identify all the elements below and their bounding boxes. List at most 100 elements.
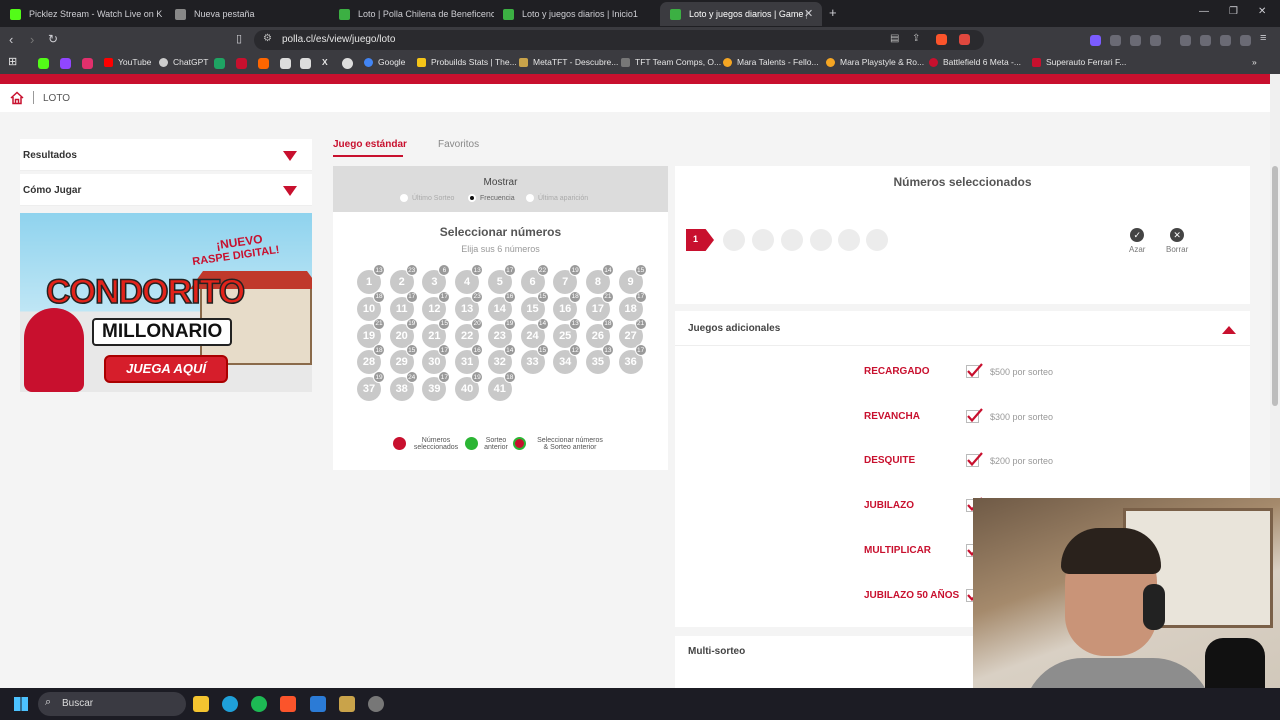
bookmark-tft-comps[interactable]: TFT Team Comps, O... (621, 57, 721, 67)
radio-ultima-aparicion[interactable]: Última aparición (526, 194, 588, 202)
random-button[interactable]: ✓ Azar (1129, 228, 1145, 254)
polla-icon (339, 8, 350, 20)
bookmark-favicon[interactable] (300, 58, 311, 69)
minimize-icon[interactable]: — (1199, 6, 1209, 17)
bookmark-battlefield[interactable]: Battlefield 6 Meta -... (929, 57, 1021, 67)
home-icon[interactable] (10, 91, 24, 105)
caret-up-icon[interactable] (1222, 326, 1236, 334)
clear-button[interactable]: ✕ Borrar (1166, 228, 1188, 254)
site-info-icon[interactable]: ⚙ (263, 33, 272, 44)
condorito-character (24, 308, 84, 392)
bookmark-favicon[interactable] (82, 58, 93, 69)
accordion-como-jugar[interactable]: Cómo Jugar (20, 174, 312, 206)
browser-tab-active[interactable]: Loto y juegos diarios | Game | LO (660, 2, 822, 26)
checkbox-checked-icon[interactable] (966, 363, 984, 379)
tab-juego-estandar[interactable]: Juego estándar (333, 139, 407, 150)
bookmark-chatgpt[interactable]: ChatGPT (159, 57, 208, 67)
taskbar-search[interactable]: ⌕ Buscar (38, 692, 186, 716)
bookmark-probuilds[interactable]: Probuilds Stats | The... (417, 57, 517, 67)
banner-title-2: MILLONARIO (92, 318, 233, 346)
browser-tab[interactable]: Picklez Stream - Watch Live on K (0, 2, 165, 26)
bookmark-favicon[interactable] (258, 58, 269, 69)
sidebar-icon[interactable] (1180, 35, 1191, 46)
vscode-icon[interactable] (310, 696, 326, 712)
new-tab-button[interactable]: + (829, 5, 837, 20)
checkbox-checked-icon[interactable] (966, 452, 984, 468)
extension-icon[interactable] (1090, 35, 1101, 46)
browser-tab[interactable]: Nueva pestaña (165, 2, 330, 26)
brave-rewards-icon[interactable] (959, 34, 970, 45)
radio-ultimo-sorteo[interactable]: Último Sorteo (400, 194, 454, 202)
frequency-badge: 18 (601, 317, 614, 330)
spotify-icon[interactable] (251, 696, 267, 712)
legend-red-dot (393, 437, 406, 450)
frequency-badge: 13 (373, 264, 385, 276)
edge-icon[interactable] (222, 696, 238, 712)
frequency-badge: 18 (503, 371, 516, 384)
more-bookmarks-icon[interactable]: » (1252, 57, 1257, 67)
frequency-badge: 18 (373, 290, 385, 303)
puzzle-icon[interactable] (1130, 35, 1141, 46)
extension-icon[interactable] (1150, 35, 1161, 46)
back-icon[interactable]: ‹ (9, 32, 13, 47)
brave-icon[interactable] (280, 696, 296, 712)
app-icon[interactable] (339, 696, 355, 712)
polla-icon (670, 8, 681, 20)
browser-tab[interactable]: Loto | Polla Chilena de Beneficencia (329, 2, 494, 26)
bookmark-metatft[interactable]: MetaTFT - Descubre... (519, 57, 618, 67)
url-text: polla.cl/es/view/juego/loto (282, 34, 396, 45)
bookmark-favicon[interactable] (60, 58, 71, 69)
brave-shield-icon[interactable] (936, 34, 947, 45)
bookmark-mara-playstyle[interactable]: Mara Playstyle & Ro... (826, 57, 924, 67)
share-icon[interactable]: ⇪ (912, 33, 920, 44)
x-icon[interactable]: X (322, 57, 328, 67)
reader-icon[interactable]: ▤ (890, 33, 899, 44)
vpn-icon[interactable] (1240, 35, 1251, 46)
bookmark-favicon[interactable] (236, 58, 247, 69)
bookmark-mara-talents[interactable]: Mara Talents - Fello... (723, 57, 819, 67)
multi-draw-title[interactable]: Multi-sorteo (688, 646, 745, 657)
bookmark-favicon[interactable] (38, 58, 49, 69)
windows-start-icon[interactable] (14, 697, 28, 711)
frequency-badge: 15 (536, 290, 549, 303)
menu-icon[interactable]: ≡ (1260, 32, 1266, 44)
tab-favoritos[interactable]: Favoritos (438, 139, 479, 150)
browser-tab[interactable]: Loto y juegos diarios | Inicio1 (493, 2, 658, 26)
condorito-banner[interactable]: ¡NUEVO RASPE DIGITAL! CONDORITO MILLONAR… (20, 213, 312, 392)
close-tab-icon[interactable]: ✕ (804, 7, 813, 20)
mara-icon (826, 57, 835, 67)
forward-icon[interactable]: › (30, 32, 34, 47)
bookmark-icon[interactable]: ▯ (236, 32, 242, 45)
accordion-label: Cómo Jugar (23, 185, 82, 196)
file-explorer-icon[interactable] (193, 696, 209, 712)
frequency-badge: 17 (438, 344, 451, 357)
wallet-icon[interactable] (1200, 35, 1211, 46)
scrollbar-thumb[interactable] (1272, 166, 1278, 406)
frequency-badge: 18 (373, 344, 385, 357)
accordion-resultados[interactable]: Resultados (20, 139, 312, 171)
extension-icon[interactable] (1110, 35, 1121, 46)
app-icon[interactable] (368, 696, 384, 712)
close-window-icon[interactable]: ✕ (1258, 6, 1266, 17)
browser-tab-bar: Picklez Stream - Watch Live on K Nueva p… (0, 0, 1280, 27)
leo-icon[interactable] (1220, 35, 1231, 46)
restore-icon[interactable]: ❐ (1229, 6, 1238, 17)
bookmark-favicon[interactable] (280, 58, 291, 69)
headset-icon (1143, 584, 1165, 630)
url-field[interactable]: ⚙ polla.cl/es/view/juego/loto ▤ ⇪ (254, 30, 984, 50)
radio-frecuencia[interactable]: Frecuencia (468, 194, 515, 202)
frequency-badge: 15 (405, 344, 418, 357)
checkbox-checked-icon[interactable] (966, 407, 984, 424)
breadcrumb: LOTO (0, 84, 1270, 112)
reload-icon[interactable]: ↻ (48, 32, 58, 46)
battlefield-icon (929, 57, 938, 67)
bookmark-favicon[interactable] (342, 58, 353, 69)
bookmark-superauto[interactable]: Superauto Ferrari F... (1032, 57, 1126, 67)
bookmark-youtube[interactable]: YouTube (104, 57, 151, 67)
bookmark-favicon[interactable] (214, 58, 225, 69)
apps-icon[interactable]: ⊞ (8, 55, 17, 68)
banner-cta-button[interactable]: JUEGA AQUÍ (104, 355, 228, 383)
frequency-badge: 23 (471, 290, 484, 303)
legend-text: Seleccionar números (537, 437, 603, 444)
bookmark-google[interactable]: Google (364, 57, 405, 67)
